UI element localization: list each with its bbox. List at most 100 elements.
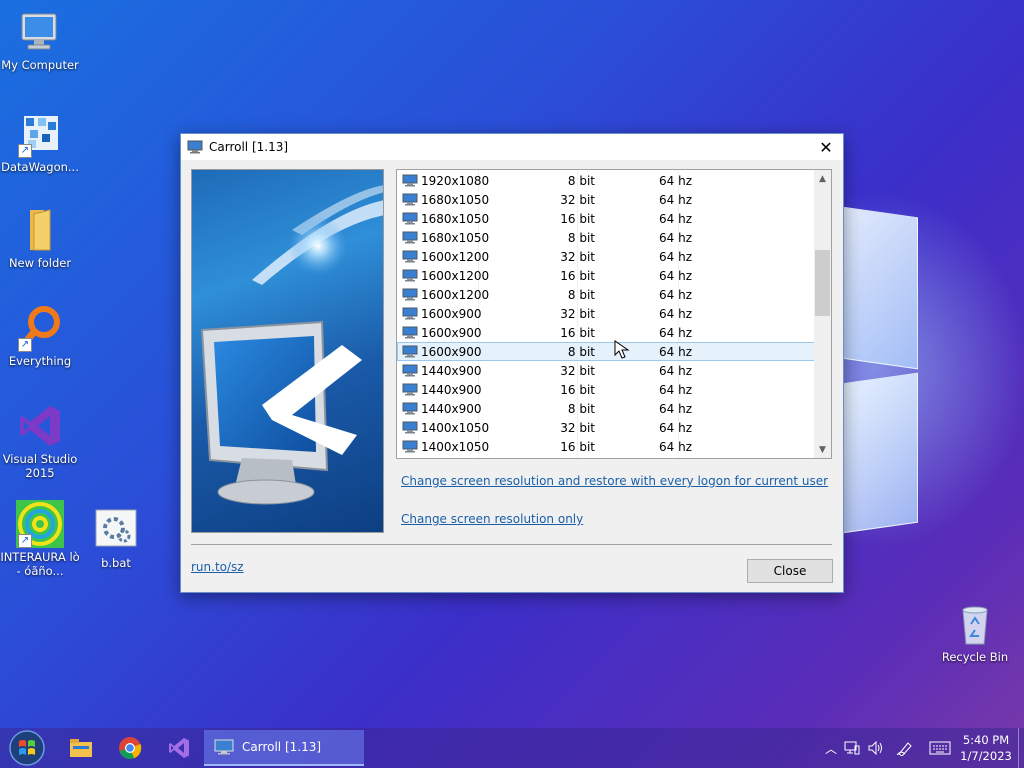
desktop-icon-new-folder[interactable]: New folder (0, 206, 80, 270)
resolution-list-item[interactable]: 1440x900 16 bit 64 hz (397, 380, 815, 399)
wallpaper-logo-pane (842, 206, 918, 370)
display-mode-icon (402, 345, 418, 358)
desktop-icon-everything[interactable]: ↗ Everything (0, 304, 80, 368)
resolution-list-item[interactable]: 1600x900 8 bit 64 hz (397, 342, 815, 361)
resolution-value: 1440x900 (421, 382, 482, 397)
resolution-list-item[interactable]: 1600x900 32 bit 64 hz (397, 304, 815, 323)
network-icon[interactable] (840, 741, 864, 755)
refresh-rate-value: 64 hz (659, 230, 692, 245)
resolution-list-rows: 1920x1080 8 bit 64 hz 1680x1050 32 bit 64 hz 1… (397, 171, 815, 456)
chrome-icon (119, 737, 142, 760)
file-explorer-icon (70, 739, 92, 757)
close-button[interactable]: Close (747, 559, 833, 583)
resolution-value: 1600x900 (421, 325, 482, 340)
scroll-down-arrow-icon[interactable]: ▼ (814, 441, 831, 458)
desktop-icon-label: Everything (8, 354, 72, 368)
resolution-list-item[interactable]: 1600x1200 8 bit 64 hz (397, 285, 815, 304)
refresh-rate-value: 64 hz (659, 306, 692, 321)
display-mode-icon (402, 193, 418, 206)
resolution-list-item[interactable]: 1600x900 16 bit 64 hz (397, 323, 815, 342)
resolution-list-item[interactable]: 1680x1050 32 bit 64 hz (397, 190, 815, 209)
everything-search-icon: ↗ (16, 304, 64, 352)
dialog-titlebar[interactable]: Carroll [1.13] ✕ (181, 134, 843, 160)
resolution-list-item[interactable]: 1920x1080 8 bit 64 hz (397, 171, 815, 190)
color-depth-value: 16 bit (560, 439, 595, 454)
display-mode-icon (402, 269, 418, 282)
desktop-icon-label: INTERAURA lò - óãño... (0, 550, 80, 578)
desktop-icon-label: New folder (8, 256, 72, 270)
desktop-icon-my-computer[interactable]: My Computer (0, 8, 80, 72)
taskbar-clock[interactable]: 5:40 PM 1/7/2023 (958, 732, 1014, 764)
resolution-value: 1680x1050 (421, 230, 490, 245)
display-mode-icon (402, 212, 418, 225)
color-depth-value: 16 bit (560, 382, 595, 397)
app-monitor-icon (214, 739, 234, 755)
desktop-icon-label: Recycle Bin (941, 650, 1009, 664)
color-depth-value: 32 bit (560, 249, 595, 264)
banner-image (191, 169, 384, 533)
color-depth-value: 8 bit (567, 401, 595, 416)
taskbar-carroll-window[interactable]: Carroll [1.13] (204, 730, 364, 766)
clock-time: 5:40 PM (962, 733, 1010, 747)
taskbar: Carroll [1.13] ︿ 5:40 PM 1/7/2023 (0, 728, 1024, 768)
desktop-icon-recycle-bin[interactable]: Recycle Bin (935, 600, 1015, 664)
scroll-thumb[interactable] (815, 250, 830, 316)
list-scrollbar[interactable]: ▲ ▼ (814, 170, 831, 458)
dialog-title: Carroll [1.13] (209, 140, 289, 154)
display-mode-icon (402, 307, 418, 320)
carroll-dialog: Carroll [1.13] ✕ 1920x1080 8 bit 64 hz 1… (180, 133, 844, 593)
change-resolution-only-link[interactable]: Change screen resolution only (401, 512, 583, 526)
scroll-up-arrow-icon[interactable]: ▲ (814, 170, 831, 187)
resolution-list[interactable]: 1920x1080 8 bit 64 hz 1680x1050 32 bit 64 hz 1… (396, 169, 832, 459)
interaura-spiral-icon: ↗ (16, 500, 64, 548)
taskbar-window-title: Carroll [1.13] (242, 740, 322, 754)
show-hidden-icons-chevron-up-icon[interactable]: ︿ (822, 740, 840, 757)
resolution-value: 1920x1080 (421, 173, 490, 188)
resolution-list-item[interactable]: 1400x1050 32 bit 64 hz (397, 418, 815, 437)
dialog-close-icon[interactable]: ✕ (809, 134, 843, 160)
refresh-rate-value: 64 hz (659, 192, 692, 207)
desktop-icon-visual-studio[interactable]: Visual Studio 2015 (0, 402, 80, 480)
resolution-list-item[interactable]: 1440x900 8 bit 64 hz (397, 399, 815, 418)
clock-date: 1/7/2023 (960, 749, 1012, 763)
run-to-sz-link[interactable]: run.to/sz (191, 560, 244, 574)
resolution-list-item[interactable]: 1600x1200 16 bit 64 hz (397, 266, 815, 285)
start-button[interactable] (4, 728, 50, 768)
desktop-icon-b-bat[interactable]: b.bat (76, 506, 156, 570)
resolution-value: 1600x1200 (421, 249, 490, 264)
shortcut-arrow-icon: ↗ (18, 144, 32, 158)
color-depth-value: 16 bit (560, 268, 595, 283)
desktop-icon-datawagon[interactable]: ↗ DataWagon... (0, 110, 80, 174)
folder-icon (16, 206, 64, 254)
display-mode-icon (402, 250, 418, 263)
refresh-rate-value: 64 hz (659, 211, 692, 226)
touch-keyboard-icon[interactable] (922, 741, 958, 755)
show-desktop-button[interactable] (1018, 728, 1024, 768)
resolution-list-item[interactable]: 1680x1050 8 bit 64 hz (397, 228, 815, 247)
computer-icon (16, 8, 64, 56)
refresh-rate-value: 64 hz (659, 249, 692, 264)
taskbar-visual-studio[interactable] (162, 728, 196, 768)
resolution-list-item[interactable]: 1600x1200 32 bit 64 hz (397, 247, 815, 266)
resolution-value: 1600x900 (421, 306, 482, 321)
resolution-list-item[interactable]: 1680x1050 16 bit 64 hz (397, 209, 815, 228)
dialog-divider (191, 544, 832, 545)
system-tray: ︿ (822, 728, 958, 768)
taskbar-chrome[interactable] (113, 728, 147, 768)
resolution-value: 1600x900 (421, 344, 482, 359)
resolution-value: 1440x900 (421, 363, 482, 378)
volume-icon[interactable] (864, 741, 888, 755)
pen-workspace-icon[interactable] (888, 740, 922, 756)
taskbar-file-explorer[interactable] (64, 728, 98, 768)
resolution-value: 1600x1200 (421, 287, 490, 302)
refresh-rate-value: 64 hz (659, 268, 692, 283)
resolution-list-item[interactable]: 1400x1050 16 bit 64 hz (397, 437, 815, 456)
color-depth-value: 8 bit (567, 230, 595, 245)
visual-studio-icon (169, 738, 189, 758)
refresh-rate-value: 64 hz (659, 439, 692, 454)
resolution-list-item[interactable]: 1440x900 32 bit 64 hz (397, 361, 815, 380)
desktop-icon-label: b.bat (101, 556, 131, 570)
desktop-icon-interaura[interactable]: ↗ INTERAURA lò - óãño... (0, 500, 80, 578)
change-resolution-restore-link[interactable]: Change screen resolution and restore wit… (401, 474, 828, 488)
refresh-rate-value: 64 hz (659, 344, 692, 359)
